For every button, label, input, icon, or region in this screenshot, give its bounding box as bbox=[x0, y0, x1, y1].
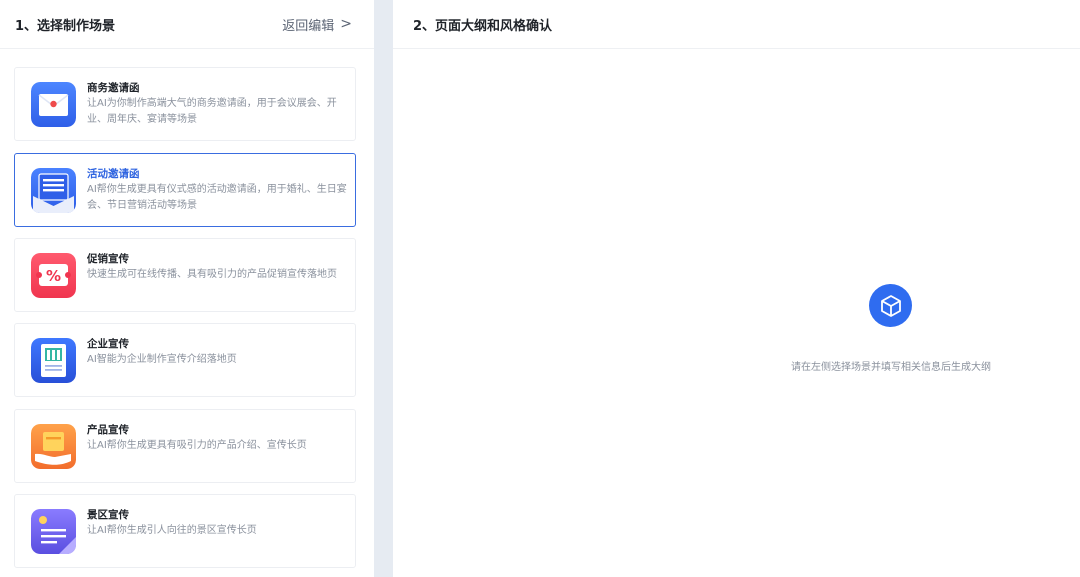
scene-card-title: 景区宣传 bbox=[87, 508, 349, 522]
scene-card-title: 促销宣传 bbox=[87, 252, 349, 266]
scene-card-title: 活动邀请函 bbox=[87, 167, 349, 181]
scene-card-desc: 让AI为你制作高端大气的商务邀请函，用于会议展会、开业、周年庆、宴请等场景 bbox=[87, 96, 349, 128]
back-to-edit-label: 返回编辑 bbox=[282, 15, 334, 34]
scene-card-desc: 快速生成可在线传播、具有吸引力的产品促销宣传落地页 bbox=[87, 267, 349, 283]
scene-card-desc: AI智能为企业制作宣传介绍落地页 bbox=[87, 352, 349, 368]
scene-card-desc: AI帮你生成更具有仪式感的活动邀请函，用于婚礼、生日宴会、节日营销活动等场景 bbox=[87, 182, 349, 214]
scene-card-scenery[interactable]: 景区宣传 让AI帮你生成引人向往的景区宣传长页 bbox=[14, 494, 356, 568]
outline-panel-header: 2、页面大纲和风格确认 bbox=[393, 0, 1080, 49]
scene-panel: 1、选择制作场景 返回编辑 > 商务邀请函 让AI为你制作高端大气的商务邀请函，… bbox=[0, 0, 374, 577]
scene-panel-title: 1、选择制作场景 bbox=[15, 15, 115, 34]
document-envelope-icon bbox=[31, 168, 76, 213]
scene-card-enterprise[interactable]: 企业宣传 AI智能为企业制作宣传介绍落地页 bbox=[14, 323, 356, 397]
building-icon bbox=[31, 338, 76, 383]
scene-card-event-invitation[interactable]: 活动邀请函 AI帮你生成更具有仪式感的活动邀请函，用于婚礼、生日宴会、节日营销活… bbox=[14, 153, 356, 227]
back-to-edit-button[interactable]: 返回编辑 > bbox=[282, 15, 352, 34]
outline-panel: 2、页面大纲和风格确认 bbox=[393, 0, 1080, 577]
outline-panel-title: 2、页面大纲和风格确认 bbox=[413, 15, 552, 34]
percent-coupon-icon: % bbox=[31, 253, 76, 298]
scenery-icon bbox=[31, 509, 76, 554]
chevron-right-icon: > bbox=[340, 16, 352, 32]
scene-card-title: 企业宣传 bbox=[87, 337, 349, 351]
scene-card-title: 产品宣传 bbox=[87, 423, 349, 437]
envelope-icon bbox=[31, 82, 76, 127]
scene-card-desc: 让AI帮你生成引人向往的景区宣传长页 bbox=[87, 523, 349, 539]
scene-panel-header: 1、选择制作场景 返回编辑 > bbox=[0, 0, 374, 49]
cube-icon bbox=[869, 284, 912, 327]
scene-card-desc: 让AI帮你生成更具有吸引力的产品介绍、宣传长页 bbox=[87, 438, 349, 454]
scene-card-product[interactable]: 产品宣传 让AI帮你生成更具有吸引力的产品介绍、宣传长页 bbox=[14, 409, 356, 483]
scene-card-promotion[interactable]: % 促销宣传 快速生成可在线传播、具有吸引力的产品促销宣传落地页 bbox=[14, 238, 356, 312]
scene-card-business-invitation[interactable]: 商务邀请函 让AI为你制作高端大气的商务邀请函，用于会议展会、开业、周年庆、宴请… bbox=[14, 67, 356, 141]
app-window: 1、选择制作场景 返回编辑 > 商务邀请函 让AI为你制作高端大气的商务邀请函，… bbox=[0, 0, 1080, 577]
svg-text:%: % bbox=[46, 267, 61, 285]
empty-state-hint: 请在左侧选择场景并填写相关信息后生成大纲 bbox=[760, 358, 1022, 373]
panel-divider bbox=[374, 0, 393, 577]
product-hand-icon bbox=[31, 424, 76, 469]
scene-card-title: 商务邀请函 bbox=[87, 81, 349, 95]
